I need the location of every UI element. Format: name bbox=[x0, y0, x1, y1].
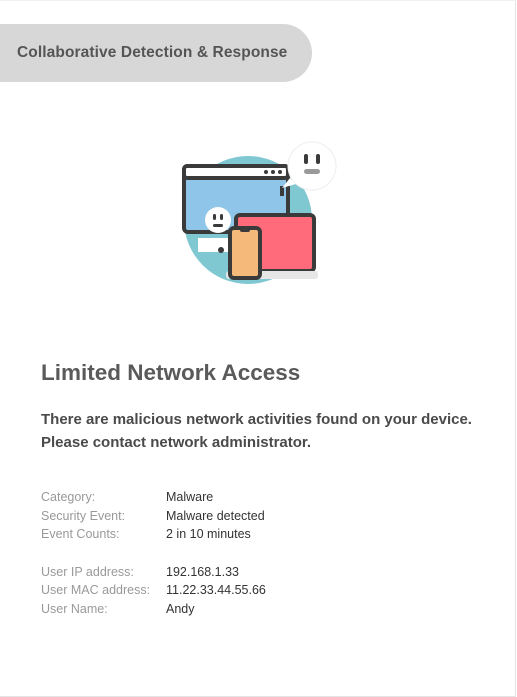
detail-value: Malware detected bbox=[166, 508, 265, 523]
detail-value: 11.22.33.44.55.66 bbox=[166, 583, 266, 597]
detail-label: User IP address: bbox=[41, 564, 134, 579]
detail-value: 192.168.1.33 bbox=[166, 564, 239, 579]
page-title: Limited Network Access bbox=[41, 360, 301, 385]
alert-message: There are malicious network activities f… bbox=[41, 408, 511, 454]
header-banner: Collaborative Detection & Response bbox=[0, 24, 312, 82]
detail-value: Andy bbox=[166, 601, 195, 616]
detail-row-event-counts: Event Counts: 2 in 10 minutes bbox=[41, 525, 266, 544]
detail-label: Event Counts: bbox=[41, 527, 120, 541]
event-details: Category: Malware Security Event: Malwar… bbox=[41, 488, 266, 618]
detail-row-security-event: Security Event: Malware detected bbox=[41, 507, 266, 526]
alert-message-line: Please contact network administrator. bbox=[41, 434, 312, 451]
monitor-face-icon bbox=[205, 207, 231, 233]
phone-icon bbox=[228, 226, 262, 280]
detail-value: Malware bbox=[166, 490, 214, 504]
detail-row-category: Category: Malware bbox=[41, 488, 266, 507]
alert-message-line: There are malicious network activities f… bbox=[41, 411, 472, 428]
detail-label: Category: bbox=[41, 490, 96, 504]
detail-label: User MAC address: bbox=[41, 583, 151, 597]
detail-label: User Name: bbox=[41, 601, 108, 616]
detail-label: Security Event: bbox=[41, 508, 126, 523]
detail-value: 2 in 10 minutes bbox=[166, 527, 251, 541]
detail-row-user-mac: User MAC address: 11.22.33.44.55.66 bbox=[41, 581, 266, 600]
banner-title: Collaborative Detection & Response bbox=[17, 44, 288, 61]
detail-row-user-name: User Name: Andy bbox=[41, 600, 266, 619]
devices-alert-illustration bbox=[182, 141, 337, 284]
detail-row-user-ip: User IP address: 192.168.1.33 bbox=[41, 563, 266, 582]
